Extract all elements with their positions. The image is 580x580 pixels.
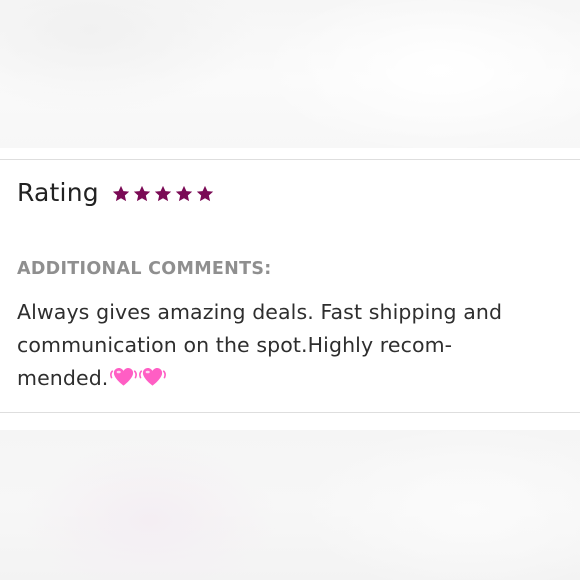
blurred-background-bottom — [0, 430, 580, 580]
review-comment: Always gives amazing deals. Fast shippin… — [17, 296, 565, 395]
star-icon — [133, 185, 150, 201]
rating-row: Rating — [17, 178, 215, 207]
heart-emojis — [109, 364, 167, 388]
star-icon — [175, 185, 192, 201]
comment-line-1: Always gives amazing deals. Fast shippin… — [17, 300, 503, 324]
review-card: Rating ADDITIONAL COMMENTS: Always gives… — [0, 159, 580, 413]
blurred-background-top — [0, 0, 580, 148]
comment-line-2: communication on the spot.Highly recom- — [17, 333, 453, 357]
growing-heart-icon — [110, 368, 138, 386]
star-icon — [196, 185, 213, 201]
rating-label: Rating — [17, 178, 99, 207]
comments-heading: ADDITIONAL COMMENTS: — [17, 259, 272, 279]
star-icon — [154, 185, 171, 201]
star-rating — [111, 184, 215, 204]
growing-heart-icon — [139, 368, 167, 386]
star-icon — [112, 185, 129, 201]
comment-line-3: mended. — [17, 366, 109, 390]
